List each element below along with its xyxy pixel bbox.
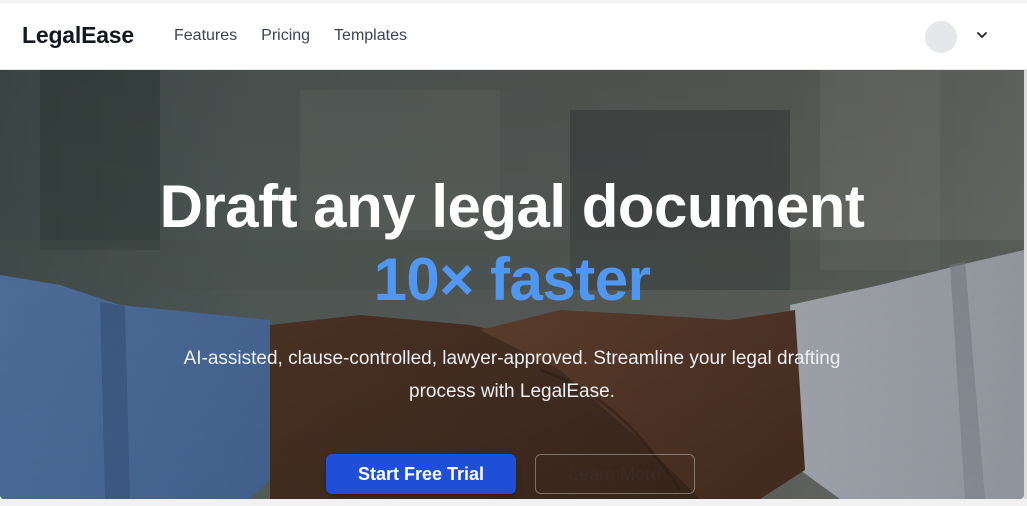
hero-headline-accent: 10× faster — [373, 246, 651, 313]
user-avatar[interactable] — [925, 21, 957, 53]
start-free-trial-button[interactable]: Start Free Trial — [326, 454, 516, 494]
learn-more-button[interactable]: Learn More — [535, 454, 695, 494]
page-frame: LegalEase Features Pricing Templates Dra… — [0, 3, 1027, 499]
hero-subtitle: AI-assisted, clause-controlled, lawyer-a… — [183, 348, 841, 402]
chevron-down-icon[interactable] — [975, 28, 989, 42]
brand-logo[interactable]: LegalEase — [22, 22, 134, 49]
hero-headline: Draft any legal document — [159, 173, 865, 240]
nav-link-pricing[interactable]: Pricing — [261, 27, 310, 45]
top-navbar: LegalEase Features Pricing Templates — [0, 3, 1027, 70]
hero-section: Draft any legal document 10× faster AI-a… — [0, 70, 1024, 499]
nav-link-templates[interactable]: Templates — [334, 27, 407, 45]
nav-link-features[interactable]: Features — [174, 27, 237, 45]
nav-links: Features Pricing Templates — [174, 27, 407, 45]
